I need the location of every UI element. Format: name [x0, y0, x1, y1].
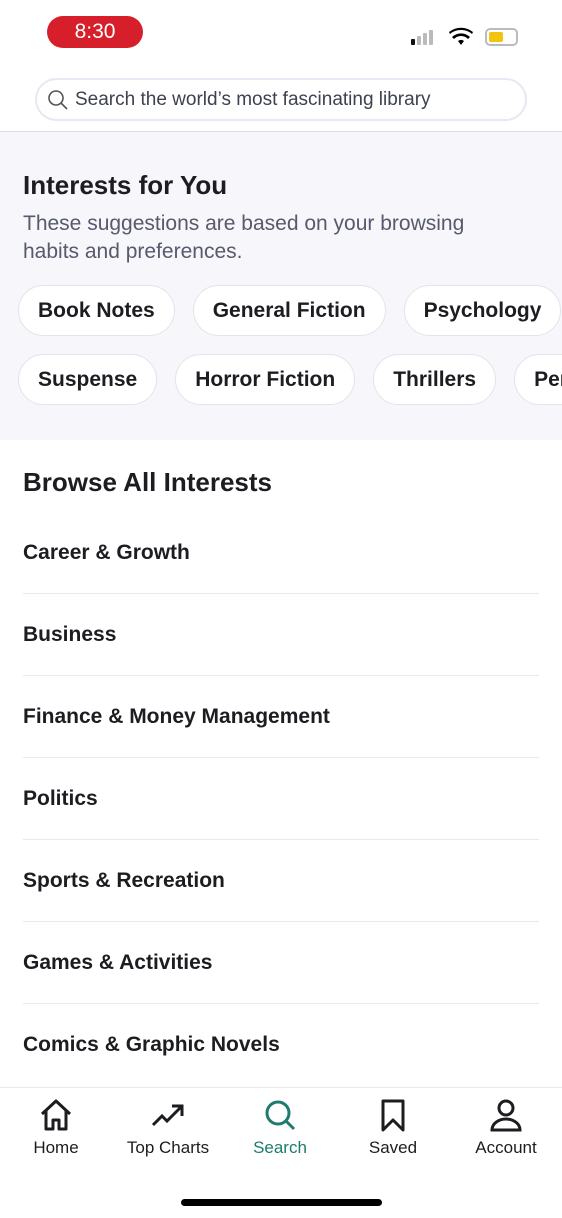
trending-icon [151, 1104, 184, 1127]
status-bar: 8:30 [0, 0, 562, 64]
tab-label: Home [33, 1138, 79, 1157]
list-item[interactable]: Politics [23, 758, 539, 840]
list-item[interactable]: Sports & Recreation [23, 840, 539, 922]
tab-account[interactable]: Account [450, 1098, 562, 1158]
list-item[interactable]: Comics & Graphic Novels [23, 1004, 539, 1086]
search-icon [265, 1100, 296, 1131]
home-indicator [181, 1199, 382, 1206]
interest-list: Career & Growth Business Finance & Money… [23, 512, 539, 1086]
list-item[interactable]: Business [23, 594, 539, 676]
list-item[interactable]: Career & Growth [23, 512, 539, 594]
home-icon [40, 1099, 72, 1131]
tab-saved[interactable]: Saved [337, 1098, 449, 1158]
interest-chip[interactable]: Book Notes [18, 285, 175, 336]
status-time: 8:30 [47, 16, 143, 48]
interest-chip[interactable]: General Fiction [192, 285, 386, 336]
tab-search[interactable]: Search [224, 1098, 336, 1158]
browse-title: Browse All Interests [23, 467, 273, 497]
signal-icon [411, 30, 433, 45]
interests-subtitle: These suggestions are based on your brow… [23, 212, 465, 263]
list-item[interactable]: Games & Activities [23, 922, 539, 1004]
search-bar[interactable] [35, 78, 527, 121]
list-item[interactable]: Finance & Money Management [23, 676, 539, 758]
tab-label: Search [253, 1138, 307, 1157]
interest-chip[interactable]: Psychology [403, 285, 562, 336]
battery-icon [485, 28, 518, 46]
search-input[interactable] [75, 88, 515, 111]
interest-chip[interactable]: Per [514, 354, 562, 405]
interests-section: Interests for You These suggestions are … [0, 132, 562, 440]
tab-label: Saved [368, 1138, 418, 1157]
wifi-icon [449, 27, 473, 45]
search-icon [48, 89, 68, 110]
tab-home[interactable]: Home [0, 1098, 112, 1158]
bookmark-icon [381, 1099, 405, 1132]
interest-chip[interactable]: Horror Fiction [175, 354, 356, 405]
interest-chip[interactable]: Thrillers [373, 354, 497, 405]
interest-chip[interactable]: Suspense [18, 354, 158, 405]
tab-label: Top Charts [126, 1138, 210, 1157]
interests-title: Interests for You [23, 170, 228, 200]
person-icon [490, 1099, 522, 1132]
tab-top-charts[interactable]: Top Charts [112, 1098, 224, 1158]
tab-label: Account [475, 1138, 537, 1157]
